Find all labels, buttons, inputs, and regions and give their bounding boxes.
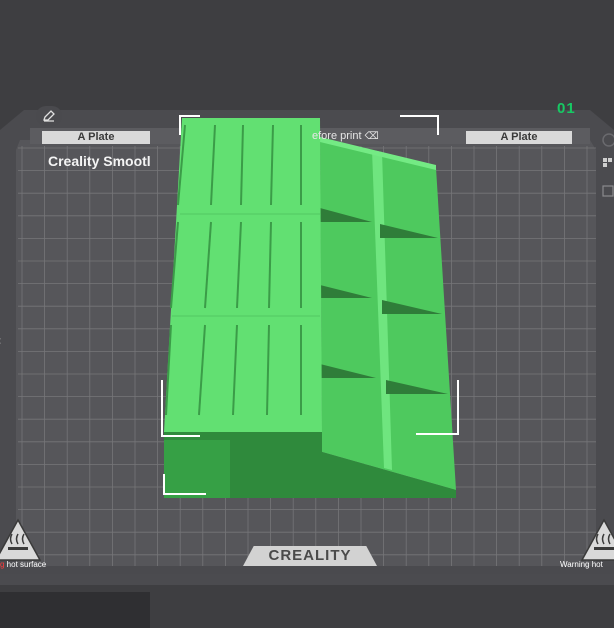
tab-before-print-label: efore print: [312, 130, 362, 142]
plate-index: 01: [557, 100, 576, 117]
tab-plate-left[interactable]: A Plate: [42, 131, 150, 144]
y-axis-label: Y: [0, 338, 2, 344]
build-plate-scene[interactable]: [0, 0, 614, 628]
3d-viewport[interactable]: 01 A Plate A Plate efore print ⌫ Crealit…: [0, 0, 614, 628]
eraser-icon: ⌫: [364, 131, 379, 142]
warning-left: g hot surface: [0, 560, 46, 569]
status-panel: [0, 592, 150, 628]
warning-left-text: hot surface: [4, 560, 47, 569]
brand-logo: CREALITY: [243, 546, 377, 566]
warning-right: Warning hot: [560, 560, 603, 569]
plate-type-label: Creality Smootl: [48, 153, 151, 169]
tab-before-print[interactable]: efore print ⌫: [312, 130, 422, 143]
model-object: [164, 118, 456, 498]
view-toggle-icon[interactable]: [597, 130, 614, 200]
pencil-icon: [43, 110, 55, 122]
side-toolbar: [597, 130, 614, 205]
tab-plate-right[interactable]: A Plate: [466, 131, 572, 144]
edit-plate-button[interactable]: [36, 106, 62, 126]
